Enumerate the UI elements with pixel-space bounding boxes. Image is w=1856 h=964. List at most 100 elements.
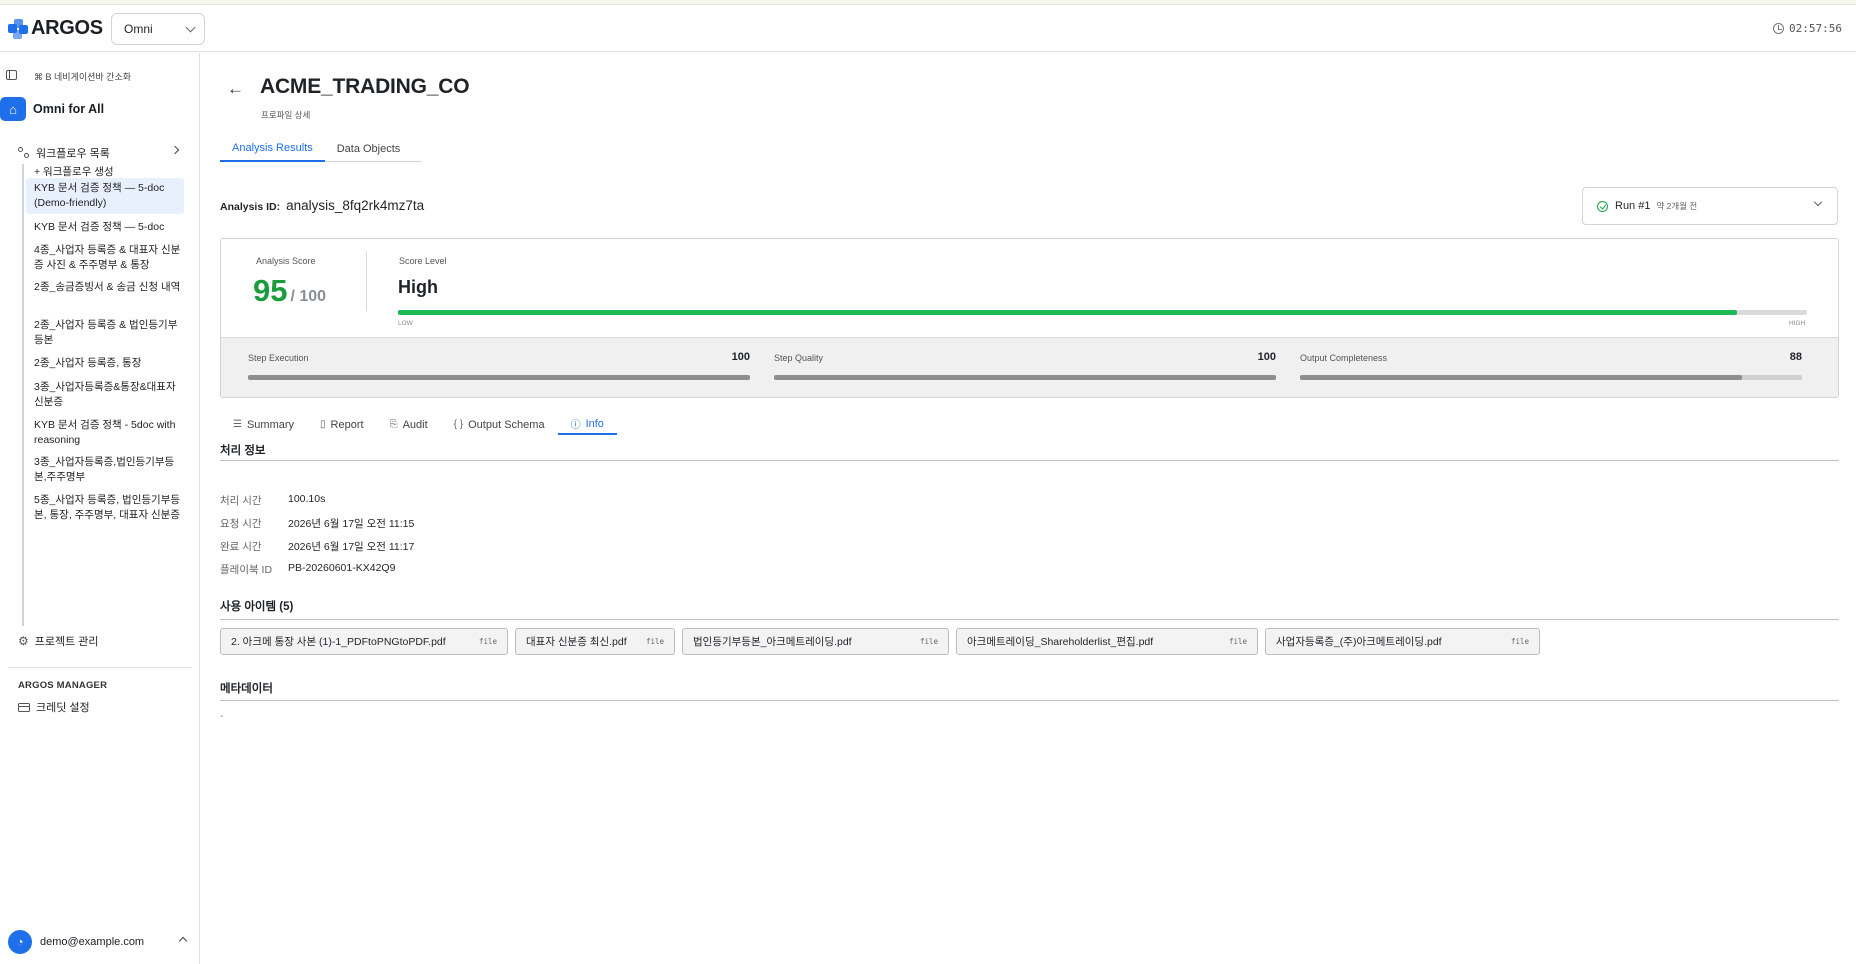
chevron-up-icon <box>178 936 188 946</box>
list-check-icon: ☰ <box>233 419 242 430</box>
file-chip[interactable]: 대표자 신분증 최신.pdf file <box>515 628 675 655</box>
score-level-label: Score Level <box>399 256 447 266</box>
metadata-value: - <box>220 711 224 722</box>
info-value: 2026년 6월 17일 오전 11:15 <box>288 518 415 530</box>
file-chip-name: 아크메트레이딩_Shareholderlist_편집.pdf <box>967 636 1154 648</box>
processing-info-heading: 처리 정보 <box>220 445 266 457</box>
page-tabs: Analysis Results Data Objects <box>220 135 422 162</box>
analysis-score-max: / 100 <box>290 288 327 305</box>
workflow-icon <box>18 147 30 159</box>
subtab-label: Report <box>330 418 364 431</box>
workflow-item[interactable]: 2종_사업자 등록증, 통장 <box>34 356 184 371</box>
home-icon: ⌂ <box>0 97 26 121</box>
sidebar-toggle-icon[interactable] <box>6 70 17 80</box>
workflow-item[interactable]: 2종_송금증빙서 & 송금 신청 내역 <box>34 280 184 295</box>
subtab-info[interactable]: ⓘ Info <box>557 414 617 435</box>
user-avatar-icon: ◔ <box>8 930 32 954</box>
user-email: demo@example.com <box>40 936 145 948</box>
back-arrow-icon[interactable]: ← <box>227 79 244 99</box>
section-divider <box>220 460 1839 461</box>
metric-step-execution: Step Execution 100 <box>248 338 750 397</box>
tab-analysis-results[interactable]: Analysis Results <box>220 135 325 162</box>
metric-bar-fill <box>248 375 750 380</box>
score-divider <box>366 251 367 311</box>
info-key: 완료 시간 <box>220 541 262 553</box>
analysis-id-label: Analysis ID: <box>220 201 281 213</box>
info-value: PB-20260601-KX42Q9 <box>288 562 396 574</box>
workflow-item[interactable]: 2종_사업자 등록증 & 법인등기부등본 <box>34 318 184 348</box>
chevron-right-icon <box>170 145 180 155</box>
metric-value: 100 <box>731 351 750 363</box>
braces-icon: { } <box>453 419 464 430</box>
clock: 02:57:56 <box>1773 22 1842 35</box>
sidebar-item-label: Omni for All <box>33 102 105 116</box>
workflow-item[interactable]: 5종_사업자 등록증, 법인등기부등본, 통장, 주주명부, 대표자 신분증 <box>34 493 184 523</box>
nav-collapse-hint[interactable]: ⌘ B 네비게이션바 간소화 <box>34 70 131 83</box>
file-chip-tag: file <box>645 637 664 646</box>
sidebar-item-label: 워크플로우 목록 <box>36 148 110 160</box>
scroll-icon: ⎘ <box>389 419 398 430</box>
sidebar-item-workflows[interactable]: 워크플로우 목록 <box>18 145 180 161</box>
info-row: 처리 시간 100.10s <box>220 493 325 508</box>
info-key: 요청 시간 <box>220 518 262 530</box>
metric-value: 88 <box>1789 351 1802 363</box>
metric-label: Step Execution <box>248 353 309 363</box>
file-chip[interactable]: 2. 아크메 통장 사본 (1)-1_PDFtoPNGtoPDF.pdf fil… <box>220 628 508 655</box>
sidebar-item-home[interactable]: ⌂ Omni for All <box>0 97 104 121</box>
workflow-item[interactable]: 3종_사업자등록증,법인등기부등본,주주명부 <box>34 455 184 485</box>
info-value: 100.10s <box>288 493 326 505</box>
file-chip-tag: file <box>478 637 497 646</box>
tab-data-objects[interactable]: Data Objects <box>325 135 413 162</box>
subtab-label: Summary <box>246 418 295 431</box>
info-key: 처리 시간 <box>220 495 262 507</box>
subtab-label: Output Schema <box>468 418 545 431</box>
chevron-down-icon <box>1813 197 1823 207</box>
manager-heading: ARGOS MANAGER <box>18 680 108 691</box>
project-select-value: Omni <box>124 22 153 36</box>
subtab-summary[interactable]: ☰ Summary <box>220 414 307 435</box>
section-divider <box>220 619 1839 620</box>
workflow-item[interactable]: KYB 문서 검증 정책 - 5doc with reasoning <box>34 418 184 448</box>
subtab-label: Info <box>585 417 604 430</box>
subtab-label: Audit <box>402 418 428 431</box>
metric-bar <box>774 375 1276 380</box>
file-chip[interactable]: 법인등기부등본_아크메트레이딩.pdf file <box>682 628 949 655</box>
file-chip[interactable]: 사업자등록증_(주)아크메트레이딩.pdf file <box>1265 628 1540 655</box>
score-level-low: LOW <box>398 320 413 327</box>
metric-bar <box>248 375 750 380</box>
page-subtitle: 프로파일 상세 <box>261 110 311 120</box>
subtab-report[interactable]: ▯ Report <box>307 414 377 435</box>
sidebar: ⌘ B 네비게이션바 간소화 ⌂ Omni for All 워크플로우 목록 +… <box>0 53 200 964</box>
metric-step-quality: Step Quality 100 <box>774 338 1276 397</box>
page-title: ACME_TRADING_CO <box>260 75 470 98</box>
subtab-output-schema[interactable]: { } Output Schema <box>441 414 558 435</box>
file-chip[interactable]: 아크메트레이딩_Shareholderlist_편집.pdf file <box>956 628 1258 655</box>
analysis-id-value: analysis_8fq2rk4mz7ta <box>286 198 425 213</box>
file-chip-tag: file <box>1228 637 1247 646</box>
check-circle-icon <box>1597 200 1608 212</box>
argos-logo[interactable]: ARGOS <box>8 17 103 40</box>
score-metrics: Step Execution 100 Step Quality 100 Outp… <box>221 337 1838 397</box>
info-icon: ⓘ <box>570 420 581 431</box>
used-items-heading: 사용 아이템 (5) <box>220 601 294 613</box>
workflow-item[interactable]: KYB 문서 검증 정책 — 5-doc <box>34 220 184 235</box>
workflow-item[interactable]: 4종_사업자 등록증 & 대표자 신분증 사진 & 주주명부 & 통장 <box>34 243 184 273</box>
clock-icon <box>1773 23 1785 34</box>
logo-text: ARGOS <box>31 17 103 39</box>
file-chip-tag: file <box>1510 637 1529 646</box>
workflow-item-active[interactable]: KYB 문서 검증 정책 — 5-doc (Demo-friendly) <box>26 178 184 214</box>
analysis-id: Analysis ID: analysis_8fq2rk4mz7ta <box>220 198 424 213</box>
run-select[interactable]: Run #1 약 2개월 전 <box>1582 187 1838 225</box>
user-menu[interactable]: ◔ demo@example.com <box>8 930 194 954</box>
project-select[interactable]: Omni <box>111 13 205 45</box>
file-chip-name: 사업자등록증_(주)아크메트레이딩.pdf <box>1276 636 1442 648</box>
subtab-audit[interactable]: ⎘ Audit <box>377 414 441 435</box>
sidebar-item-project-management[interactable]: ⚙ 프로젝트 관리 <box>18 633 99 649</box>
chevron-down-icon <box>185 22 196 32</box>
workflow-item[interactable]: 3종_사업자등록증&통장&대표자신분증 <box>34 380 184 410</box>
metric-bar-fill <box>1300 375 1742 380</box>
sidebar-item-credit-settings[interactable]: 크레딧 설정 <box>18 699 90 715</box>
file-chip-name: 2. 아크메 통장 사본 (1)-1_PDFtoPNGtoPDF.pdf <box>231 636 446 648</box>
score-level-bar-fill <box>398 310 1737 315</box>
credit-card-icon <box>18 702 30 712</box>
